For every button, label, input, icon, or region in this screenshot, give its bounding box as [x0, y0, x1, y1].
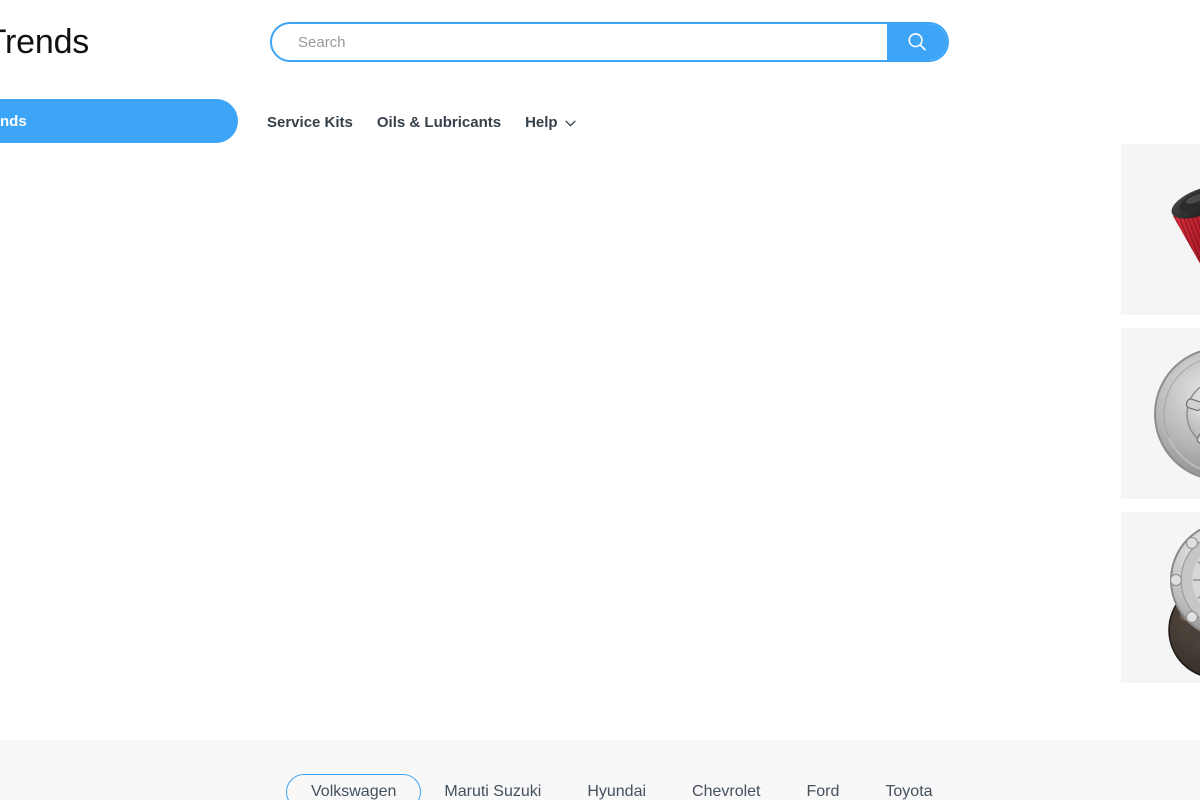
- nav-item-help[interactable]: Help: [525, 114, 576, 131]
- brand-tab-label: Volkswagen: [311, 783, 397, 800]
- brand-filter-strip: Volkswagen Maruti Suzuki Hyundai Chevrol…: [0, 740, 1200, 800]
- nav-brands-label: nds: [0, 112, 27, 130]
- logo-light-part: Trends: [0, 23, 90, 61]
- brand-tab-toyota[interactable]: Toyota: [862, 774, 955, 800]
- brand-tab-label: Hyundai: [587, 783, 647, 800]
- nav-item-oils-lubricants[interactable]: Oils & Lubricants: [377, 114, 501, 131]
- clutch-kit-image: [1168, 528, 1200, 676]
- brand-tab-label: Ford: [806, 783, 840, 800]
- brand-tab-chevrolet[interactable]: Chevrolet: [669, 774, 783, 800]
- air-filter-card[interactable]: [1121, 144, 1200, 315]
- page-root: arTrends nds Service Kits: [0, 0, 1200, 800]
- search-icon: [906, 31, 928, 53]
- nav-item-label: Service Kits: [267, 113, 353, 131]
- brand-tab-label: Maruti Suzuki: [444, 783, 542, 800]
- nav-item-label: Help: [525, 113, 558, 131]
- brand-tab-label: Toyota: [885, 783, 933, 800]
- brand-tab-label: Chevrolet: [692, 783, 761, 800]
- nav-brands-button[interactable]: nds: [0, 99, 238, 143]
- search-bar[interactable]: [270, 22, 949, 62]
- product-card-rail: w: [1121, 144, 1200, 696]
- brand-tab-volkswagen[interactable]: Volkswagen: [286, 774, 422, 800]
- site-logo[interactable]: arTrends: [0, 22, 89, 62]
- site-header: arTrends: [0, 0, 1200, 86]
- main-nav: nds Service Kits Oils & Lubricants Help: [0, 86, 1200, 158]
- brand-tab-maruti-suzuki[interactable]: Maruti Suzuki: [421, 774, 564, 800]
- chevron-down-icon: [564, 114, 576, 131]
- brake-rotor-card[interactable]: w: [1121, 328, 1200, 499]
- air-filter-image: [1171, 185, 1200, 275]
- search-button[interactable]: [887, 24, 947, 60]
- clutch-kit-card[interactable]: [1121, 512, 1200, 683]
- nav-link-list: Service Kits Oils & Lubricants Help: [267, 86, 576, 158]
- search-input[interactable]: [272, 24, 887, 60]
- brand-filter-row: Volkswagen Maruti Suzuki Hyundai Chevrol…: [286, 774, 956, 800]
- nav-item-service-kits[interactable]: Service Kits: [267, 114, 353, 131]
- brake-rotor-image: w: [1154, 350, 1200, 478]
- brand-tab-ford[interactable]: Ford: [784, 774, 863, 800]
- nav-item-label: Oils & Lubricants: [376, 113, 502, 131]
- brand-tab-hyundai[interactable]: Hyundai: [564, 774, 669, 800]
